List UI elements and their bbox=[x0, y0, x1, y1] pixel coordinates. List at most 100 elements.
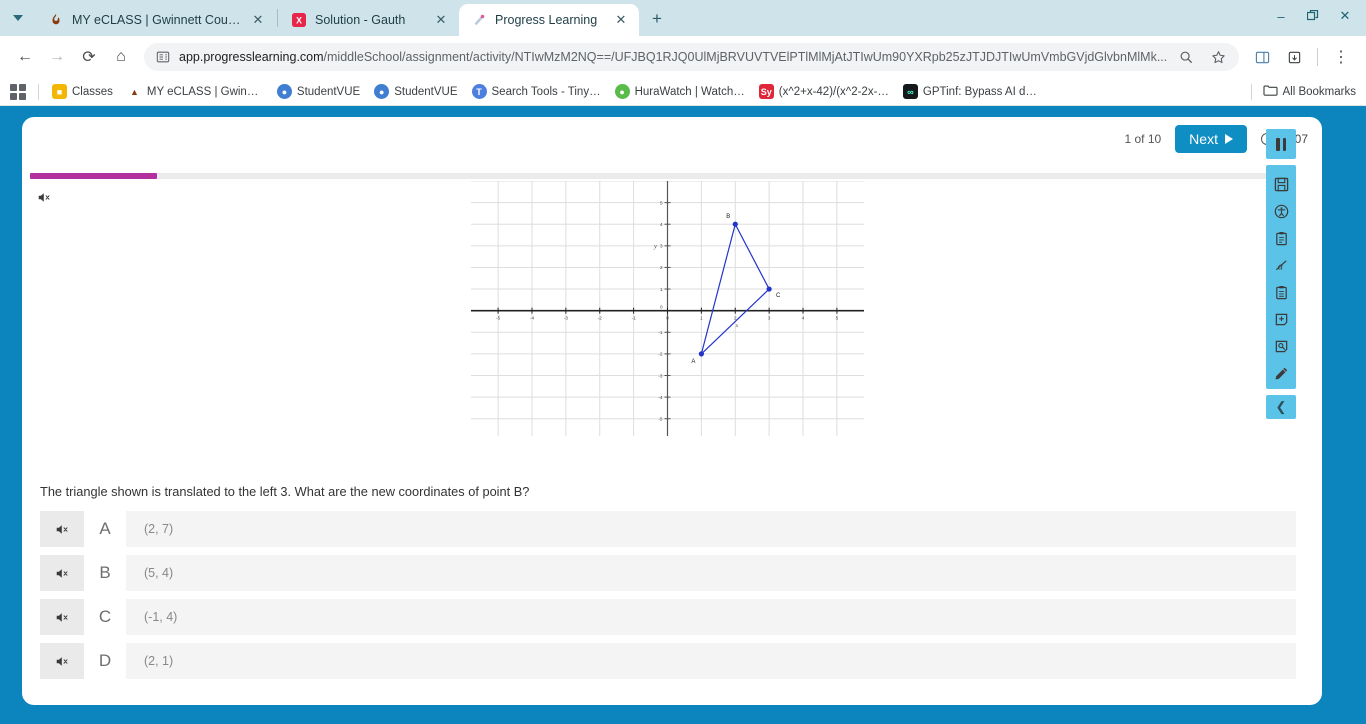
tab-search-button[interactable] bbox=[0, 0, 36, 36]
studentvue-icon: ● bbox=[374, 84, 390, 99]
gptinf-icon: ∞ bbox=[902, 84, 918, 99]
pause-icon-bar bbox=[1276, 137, 1280, 151]
forward-icon[interactable]: → bbox=[42, 42, 72, 72]
close-icon[interactable]: ✕ bbox=[433, 12, 449, 28]
all-bookmarks-label: All Bookmarks bbox=[1282, 85, 1357, 98]
extensions-icon[interactable] bbox=[1279, 42, 1309, 72]
reload-icon[interactable]: ⟳ bbox=[74, 42, 104, 72]
point-label-b: B bbox=[726, 214, 730, 220]
option-letter: A bbox=[84, 511, 126, 547]
apps-grid-icon[interactable] bbox=[10, 83, 26, 100]
pause-button[interactable] bbox=[1266, 129, 1296, 159]
progress-learning-app: 1 of 10 Next 00:07 bbox=[0, 106, 1366, 724]
strikethrough-icon[interactable]: a bbox=[1266, 252, 1296, 279]
data-point-b bbox=[732, 221, 738, 227]
question-speaker-button[interactable] bbox=[38, 191, 51, 209]
bookmark-item[interactable]: ■ Classes bbox=[45, 82, 120, 101]
y-tick-label: -3 bbox=[658, 373, 663, 378]
browser-tab-2[interactable]: X Solution - Gauth ✕ bbox=[279, 4, 459, 36]
tab-divider bbox=[277, 9, 278, 27]
toolbar-divider bbox=[1317, 48, 1318, 66]
tinywow-icon: T bbox=[471, 84, 487, 99]
answer-option-d[interactable]: D (2, 1) bbox=[40, 643, 1296, 679]
graph-svg: -5 -4 -3 -2 -1 0 1 2 3 4 5-5-4-3-2-1012345yxABC bbox=[471, 180, 864, 436]
pencil-icon[interactable] bbox=[1266, 360, 1296, 387]
minimize-icon[interactable]: – bbox=[1266, 1, 1296, 31]
bookmark-item[interactable]: ▲ MY eCLASS | Gwinn… bbox=[120, 82, 270, 101]
tab-title: Progress Learning bbox=[495, 13, 598, 27]
page-info-icon[interactable] bbox=[154, 48, 172, 66]
y-tick-label: -1 bbox=[658, 330, 663, 335]
answer-option-a[interactable]: A (2, 7) bbox=[40, 511, 1296, 547]
star-icon[interactable] bbox=[1203, 42, 1233, 72]
speaker-muted-icon[interactable] bbox=[40, 511, 84, 547]
folder-icon bbox=[1262, 84, 1278, 100]
bookmark-item[interactable]: ● StudentVUE bbox=[270, 82, 367, 101]
notes-icon[interactable] bbox=[1266, 279, 1296, 306]
progress-fill bbox=[30, 173, 157, 179]
option-text: (2, 1) bbox=[144, 654, 174, 668]
add-note-icon[interactable] bbox=[1266, 306, 1296, 333]
maximize-icon[interactable] bbox=[1298, 1, 1328, 31]
x-axis-label: x bbox=[735, 323, 739, 329]
bookmark-label: Search Tools - Tiny… bbox=[491, 85, 601, 98]
all-bookmarks-button[interactable]: All Bookmarks bbox=[1245, 83, 1357, 100]
x-tick-label: -3 bbox=[564, 316, 569, 321]
speaker-muted-icon[interactable] bbox=[40, 555, 84, 591]
flame-icon: ▲ bbox=[129, 86, 139, 97]
bookmark-item[interactable]: Sy (x^2+x-42)/(x^2-2x-… bbox=[752, 82, 896, 101]
browser-window: MY eCLASS | Gwinnett County P ✕ X Soluti… bbox=[0, 0, 1366, 724]
address-bar[interactable]: app.progresslearning.com/middleSchool/as… bbox=[144, 43, 1239, 71]
option-letter: C bbox=[84, 599, 126, 635]
x-tick-label: 1 bbox=[700, 316, 703, 321]
next-button[interactable]: Next bbox=[1175, 125, 1247, 153]
browser-tab-3[interactable]: Progress Learning ✕ bbox=[459, 4, 639, 36]
back-icon[interactable]: ← bbox=[10, 42, 40, 72]
y-tick-label: -2 bbox=[658, 352, 663, 357]
answer-option-c[interactable]: C (-1, 4) bbox=[40, 599, 1296, 635]
highlight-icon[interactable] bbox=[1266, 333, 1296, 360]
option-text: (-1, 4) bbox=[144, 610, 178, 624]
tab-title: MY eCLASS | Gwinnett County P bbox=[72, 13, 242, 27]
option-text: (5, 4) bbox=[144, 566, 174, 580]
tab-title: Solution - Gauth bbox=[315, 13, 406, 27]
close-icon[interactable]: ✕ bbox=[250, 12, 266, 28]
bookmarks-bar: ■ Classes ▲ MY eCLASS | Gwinn… ● Student… bbox=[0, 78, 1366, 106]
bookmark-item[interactable]: ● HuraWatch | Watch… bbox=[608, 82, 752, 101]
svg-text:X: X bbox=[296, 16, 302, 26]
accessibility-icon[interactable] bbox=[1266, 198, 1296, 225]
split-screen-icon[interactable] bbox=[1247, 42, 1277, 72]
symbolab-icon: Sy bbox=[758, 84, 774, 99]
x-tick-label: -5 bbox=[496, 316, 501, 321]
studentvue-icon: ● bbox=[276, 84, 292, 99]
speaker-muted-icon[interactable] bbox=[40, 643, 84, 679]
data-point-a bbox=[698, 351, 704, 357]
close-icon[interactable]: ✕ bbox=[613, 12, 629, 28]
x-tick-label: 0 bbox=[666, 316, 669, 321]
activity-card: 1 of 10 Next 00:07 bbox=[22, 117, 1322, 705]
save-icon[interactable] bbox=[1266, 171, 1296, 198]
tool-buttons: a bbox=[1266, 165, 1296, 389]
answer-option-b[interactable]: B (5, 4) bbox=[40, 555, 1296, 591]
speaker-muted-icon[interactable] bbox=[40, 599, 84, 635]
question-counter: 1 of 10 bbox=[1124, 132, 1162, 146]
point-label-a: A bbox=[691, 359, 695, 365]
option-text: (2, 7) bbox=[144, 522, 174, 536]
kebab-menu-icon[interactable]: ⋮ bbox=[1326, 42, 1356, 72]
home-icon[interactable]: ⌂ bbox=[106, 42, 136, 72]
url-host: app.progresslearning.com bbox=[179, 50, 324, 64]
option-letter: B bbox=[84, 555, 126, 591]
bookmark-item[interactable]: T Search Tools - Tiny… bbox=[465, 82, 608, 101]
clipboard-icon[interactable] bbox=[1266, 225, 1296, 252]
bookmark-item[interactable]: ● StudentVUE bbox=[367, 82, 464, 101]
next-button-label: Next bbox=[1189, 131, 1218, 147]
bookmark-item[interactable]: ∞ GPTinf: Bypass AI d… bbox=[896, 82, 1044, 101]
close-icon[interactable]: ✕ bbox=[1330, 1, 1360, 31]
tab-strip: MY eCLASS | Gwinnett County P ✕ X Soluti… bbox=[0, 0, 1366, 36]
x-tick-label: -1 bbox=[632, 316, 637, 321]
search-icon[interactable] bbox=[1171, 42, 1201, 72]
new-tab-button[interactable]: + bbox=[643, 5, 671, 33]
collapse-rail-button[interactable]: ❮ bbox=[1266, 395, 1296, 419]
y-tick-label: 2 bbox=[660, 265, 663, 270]
browser-tab-1[interactable]: MY eCLASS | Gwinnett County P ✕ bbox=[36, 4, 276, 36]
